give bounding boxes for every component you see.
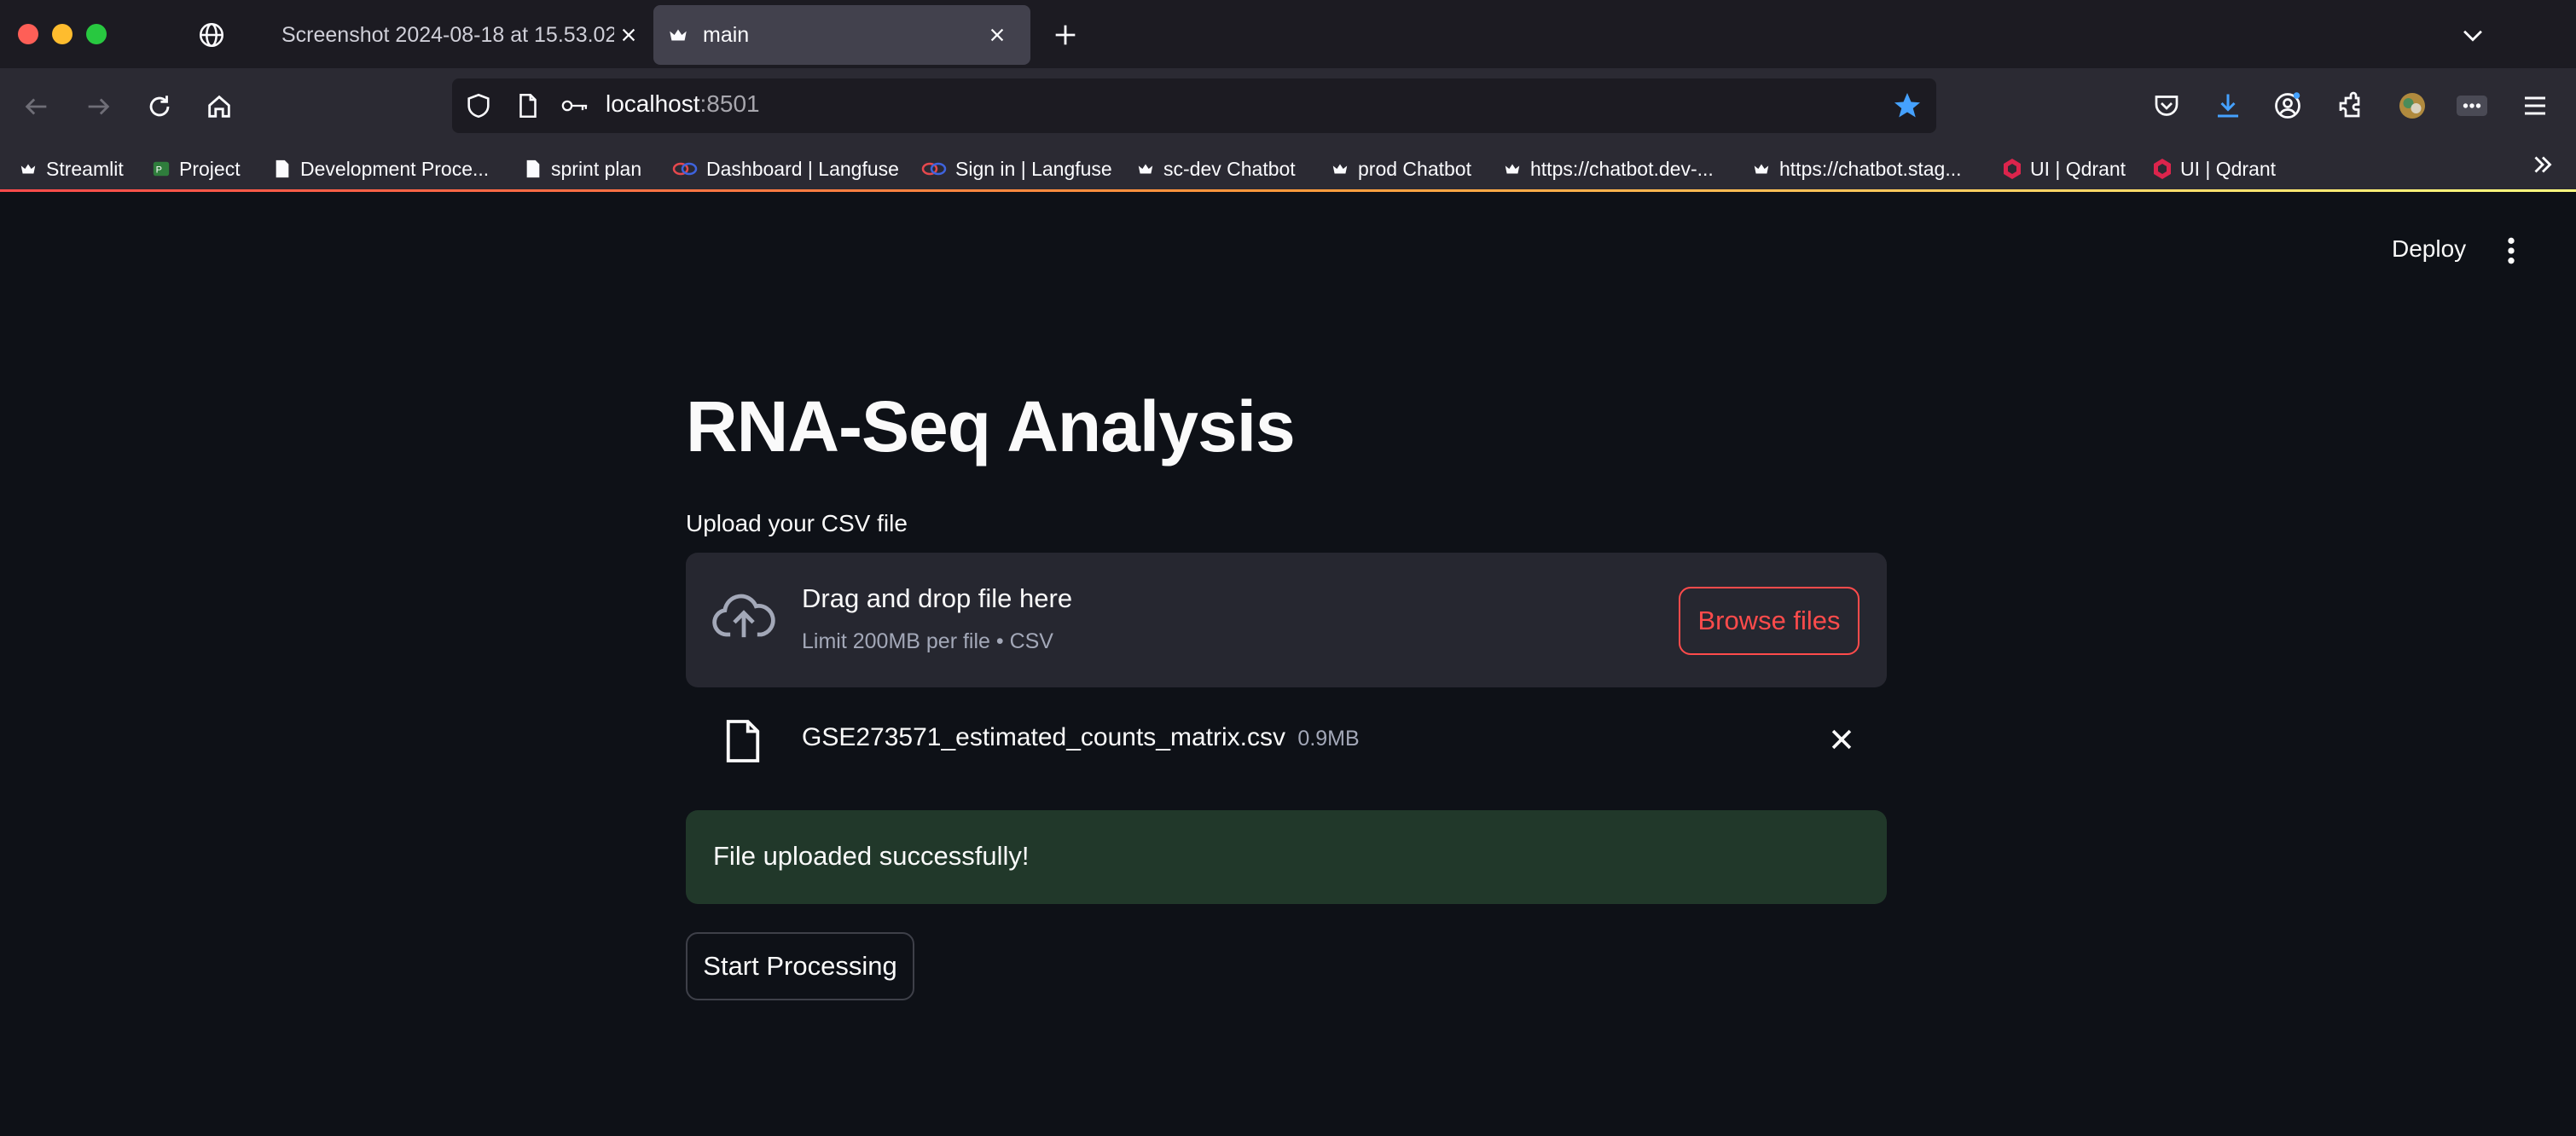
- hamburger-menu-icon[interactable]: [2520, 90, 2550, 121]
- bookmark-chatbot-dev-url[interactable]: https://chatbot.dev-...: [1503, 152, 1714, 186]
- tab-screenshot[interactable]: Screenshot 2024-08-18 at 15.53.02: [271, 5, 647, 65]
- home-icon[interactable]: [205, 92, 234, 121]
- shield-icon[interactable]: [464, 91, 493, 120]
- streamlit-crown-icon: [1136, 159, 1155, 178]
- dropzone-instructions: Drag and drop file here: [802, 583, 1073, 613]
- address-bar[interactable]: localhost:8501: [452, 78, 1936, 133]
- file-icon: [723, 718, 763, 764]
- globe-icon[interactable]: [197, 20, 226, 49]
- qdrant-icon: [2153, 159, 2172, 179]
- uploaded-file-name: GSE273571_estimated_counts_matrix.csv: [802, 723, 1285, 751]
- close-tab-icon[interactable]: [988, 26, 1007, 44]
- maximize-window-button[interactable]: [86, 24, 107, 44]
- bookmark-label: Project: [179, 157, 241, 180]
- bookmark-label: prod Chatbot: [1358, 157, 1471, 180]
- close-tab-icon[interactable]: [619, 26, 638, 44]
- bookmark-label: https://chatbot.stag...: [1779, 157, 1962, 180]
- extensions-icon[interactable]: [2335, 90, 2366, 121]
- forward-arrow-icon[interactable]: [84, 92, 113, 121]
- streamlit-crown-icon: [19, 159, 38, 178]
- more-extensions-icon[interactable]: [2455, 90, 2489, 121]
- bookmark-prod-chatbot[interactable]: prod Chatbot: [1331, 152, 1471, 186]
- more-bookmarks-chevron-icon[interactable]: [2528, 150, 2557, 179]
- langfuse-icon: [672, 159, 698, 178]
- langfuse-icon: [921, 159, 947, 178]
- page-title: RNA-Seq Analysis: [686, 386, 1296, 467]
- bookmark-qdrant-1[interactable]: UI | Qdrant: [2003, 152, 2126, 186]
- document-icon: [273, 159, 292, 178]
- uploaded-file-entry: GSE273571_estimated_counts_matrix.csv 0.…: [802, 723, 1360, 752]
- dropzone-limit-text: Limit 200MB per file • CSV: [802, 629, 1053, 653]
- svg-text:P: P: [156, 165, 162, 176]
- tab-title: Screenshot 2024-08-18 at 15.53.02: [281, 22, 614, 47]
- bookmark-chatbot-staging-url[interactable]: https://chatbot.stag...: [1752, 152, 1962, 186]
- tab-title: main: [703, 22, 750, 47]
- url-port: :8501: [699, 90, 760, 117]
- bookmark-label: https://chatbot.dev-...: [1530, 157, 1714, 180]
- page-info-icon[interactable]: [513, 91, 542, 120]
- bookmark-dashboard-langfuse[interactable]: Dashboard | Langfuse: [672, 152, 899, 186]
- downloads-icon[interactable]: [2213, 90, 2243, 121]
- cloud-upload-icon: [711, 588, 776, 648]
- bookmark-label: Sign in | Langfuse: [955, 157, 1112, 180]
- deploy-button[interactable]: Deploy: [2392, 235, 2466, 263]
- bookmark-label: sprint plan: [551, 157, 642, 180]
- success-alert: File uploaded successfully!: [686, 810, 1887, 904]
- bookmark-sc-dev-chatbot[interactable]: sc-dev Chatbot: [1136, 152, 1296, 186]
- bookmark-star-icon[interactable]: [1892, 90, 1923, 121]
- start-processing-button[interactable]: Start Processing: [686, 932, 914, 1000]
- bookmark-label: Streamlit: [46, 157, 124, 180]
- success-message: File uploaded successfully!: [713, 841, 1030, 871]
- bookmark-project[interactable]: P Project: [152, 152, 241, 186]
- extension-avatar-icon[interactable]: [2397, 90, 2428, 121]
- browser-tab-bar: Screenshot 2024-08-18 at 15.53.02 main: [0, 0, 2576, 68]
- streamlit-crown-icon: [667, 24, 689, 46]
- bookmark-label: Development Proce...: [300, 157, 490, 180]
- project-icon: P: [152, 159, 171, 178]
- minimize-window-button[interactable]: [52, 24, 73, 44]
- streamlit-crown-icon: [1331, 159, 1349, 178]
- bookmark-streamlit[interactable]: Streamlit: [19, 152, 124, 186]
- main-menu-kebab-icon[interactable]: [2494, 234, 2528, 268]
- remove-file-close-icon[interactable]: [1827, 725, 1856, 754]
- close-window-button[interactable]: [18, 24, 38, 44]
- bookmark-qdrant-2[interactable]: UI | Qdrant: [2153, 152, 2276, 186]
- uploaded-file-size: 0.9MB: [1297, 727, 1360, 751]
- streamlit-crown-icon: [1503, 159, 1522, 178]
- tab-main[interactable]: main: [653, 5, 1030, 65]
- bookmark-label: Dashboard | Langfuse: [706, 157, 899, 180]
- browse-files-button[interactable]: Browse files: [1679, 587, 1859, 655]
- pocket-icon[interactable]: [2151, 90, 2182, 121]
- bookmark-label: sc-dev Chatbot: [1163, 157, 1296, 180]
- bookmark-signin-langfuse[interactable]: Sign in | Langfuse: [921, 152, 1112, 186]
- bookmark-label: UI | Qdrant: [2030, 157, 2126, 180]
- bookmark-development-process[interactable]: Development Proce...: [273, 152, 489, 186]
- key-icon[interactable]: [560, 91, 590, 120]
- back-arrow-icon[interactable]: [22, 92, 51, 121]
- account-icon[interactable]: [2272, 90, 2303, 121]
- uploader-label: Upload your CSV file: [686, 510, 908, 536]
- bookmark-label: UI | Qdrant: [2180, 157, 2277, 180]
- url-host: localhost: [606, 90, 700, 117]
- list-all-tabs-chevron-icon[interactable]: [2458, 20, 2487, 49]
- qdrant-icon: [2003, 159, 2022, 179]
- reload-icon[interactable]: [145, 92, 174, 121]
- streamlit-crown-icon: [1752, 159, 1771, 178]
- document-icon: [524, 159, 542, 178]
- url-text[interactable]: localhost:8501: [606, 90, 760, 118]
- new-tab-icon[interactable]: [1051, 20, 1080, 49]
- bookmark-sprint-plan[interactable]: sprint plan: [524, 152, 641, 186]
